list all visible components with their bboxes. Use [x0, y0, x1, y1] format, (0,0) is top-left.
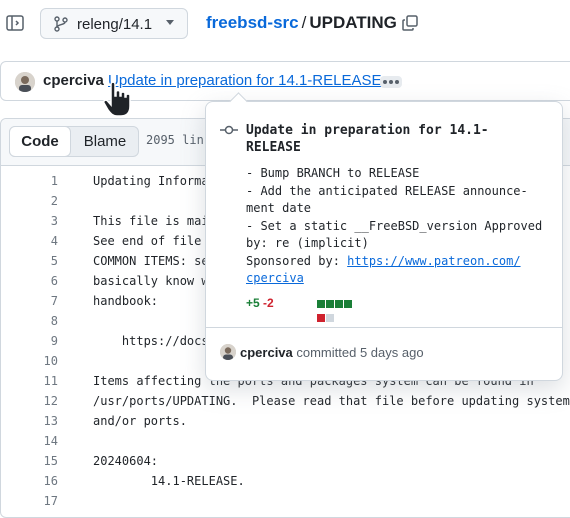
footer-author[interactable]: cperciva: [240, 345, 293, 360]
line-content: https://docs: [93, 334, 209, 348]
line-number[interactable]: 9: [1, 334, 58, 348]
avatar[interactable]: [220, 344, 236, 360]
diff-block: [326, 314, 334, 322]
sponsor-link[interactable]: https://www.patreon.com/: [347, 254, 520, 268]
commit-author[interactable]: cperciva: [43, 72, 104, 89]
description-line: - Set a static __FreeBSD_version Approve…: [246, 218, 543, 233]
line-content: handbook:: [93, 294, 159, 308]
description-line: Sponsored by:: [246, 253, 348, 268]
diff-block: [317, 314, 325, 322]
line-number[interactable]: 10: [1, 354, 58, 368]
repo-header: releng/14.1 freebsd-src / UPDATING: [0, 0, 570, 48]
line-number[interactable]: 8: [1, 314, 58, 328]
line-number[interactable]: 17: [1, 494, 58, 508]
commit-message-link[interactable]: Update in preparation for 14.1-RELEASE: [108, 72, 382, 89]
line-content: This file is mai: [93, 214, 209, 228]
diff-stat-bar: [317, 300, 361, 322]
code-line: 16 14.1-RELEASE.: [1, 471, 570, 491]
hovercard-footer: cperciva committed 5 days ago: [220, 344, 424, 360]
line-number[interactable]: 13: [1, 414, 58, 428]
breadcrumb-separator: /: [301, 13, 307, 32]
breadcrumb: freebsd-src / UPDATING: [206, 13, 397, 33]
line-content: 14.1-RELEASE.: [93, 474, 245, 488]
git-commit-icon: [220, 122, 238, 138]
more-options-icon[interactable]: [380, 76, 402, 88]
line-count: 2095 lin: [146, 133, 204, 147]
file-name: UPDATING: [309, 13, 397, 32]
line-content: Updating Informa: [93, 174, 209, 188]
hovercard-title-line: RELEASE: [246, 140, 301, 155]
line-content: /usr/ports/UPDATING. Please read that fi…: [93, 394, 570, 408]
code-line: 15 20240604:: [1, 451, 570, 471]
repo-link[interactable]: freebsd-src: [206, 13, 299, 32]
line-number[interactable]: 3: [1, 214, 58, 228]
code-line: 14: [1, 431, 570, 451]
line-content: COMMON ITEMS: se: [93, 254, 209, 268]
line-content: and/or ports.: [93, 414, 187, 428]
line-number[interactable]: 5: [1, 254, 58, 268]
git-branch-icon: [53, 16, 69, 32]
line-number[interactable]: 11: [1, 374, 58, 388]
line-number[interactable]: 15: [1, 454, 58, 468]
line-number[interactable]: 4: [1, 234, 58, 248]
line-number[interactable]: 1: [1, 174, 58, 188]
additions-count: +5: [246, 296, 260, 310]
branch-name: releng/14.1: [77, 16, 153, 33]
diff-block: [344, 300, 352, 308]
line-number[interactable]: 12: [1, 394, 58, 408]
description-line: ment date: [246, 201, 312, 215]
diff-block: [317, 300, 325, 308]
hovercard-description: - Bump BRANCH to RELEASE - Add the antic…: [246, 165, 556, 288]
blame-tab[interactable]: Blame: [72, 127, 138, 156]
copy-path-icon[interactable]: [401, 14, 419, 32]
line-content: See end of file: [93, 234, 209, 248]
view-toggle: Code Blame: [9, 126, 139, 157]
line-content: basically know w: [93, 274, 209, 288]
diff-block: [335, 300, 343, 308]
code-line: 13 and/or ports.: [1, 411, 570, 431]
line-number[interactable]: 2: [1, 194, 58, 208]
chevron-down-icon: [166, 20, 174, 25]
code-line: 12/usr/ports/UPDATING. Please read that …: [1, 391, 570, 411]
code-tab[interactable]: Code: [9, 126, 71, 157]
line-number[interactable]: 16: [1, 474, 58, 488]
commit-hovercard: Update in preparation for 14.1- RELEASE …: [205, 92, 563, 381]
hovercard-title[interactable]: Update in preparation for 14.1- RELEASE: [246, 122, 546, 156]
divider: [206, 327, 562, 328]
description-line: - Add the anticipated RELEASE announce-: [246, 183, 528, 198]
line-number[interactable]: 14: [1, 434, 58, 448]
diff-block: [326, 300, 334, 308]
sponsor-link-continued[interactable]: cperciva: [246, 271, 304, 285]
hovercard-title-line: Update in preparation for 14.1-: [246, 123, 489, 138]
description-line: - Bump BRANCH to RELEASE: [246, 166, 420, 180]
line-content: 20240604:: [93, 454, 159, 468]
avatar[interactable]: [15, 72, 35, 92]
sidebar-toggle-icon[interactable]: [5, 13, 25, 33]
description-line: by: re (implicit): [246, 236, 369, 250]
deletions-count: -2: [263, 296, 274, 310]
line-number[interactable]: 6: [1, 274, 58, 288]
diff-stat: +5 -2: [246, 296, 352, 322]
code-line: 17: [1, 491, 570, 511]
hand-cursor-icon: [101, 80, 135, 120]
latest-commit-bar: cperciva Update in preparation for 14.1-…: [0, 61, 570, 101]
line-number[interactable]: 7: [1, 294, 58, 308]
commit-time: committed 5 days ago: [292, 345, 424, 360]
branch-select-button[interactable]: releng/14.1: [40, 8, 188, 39]
